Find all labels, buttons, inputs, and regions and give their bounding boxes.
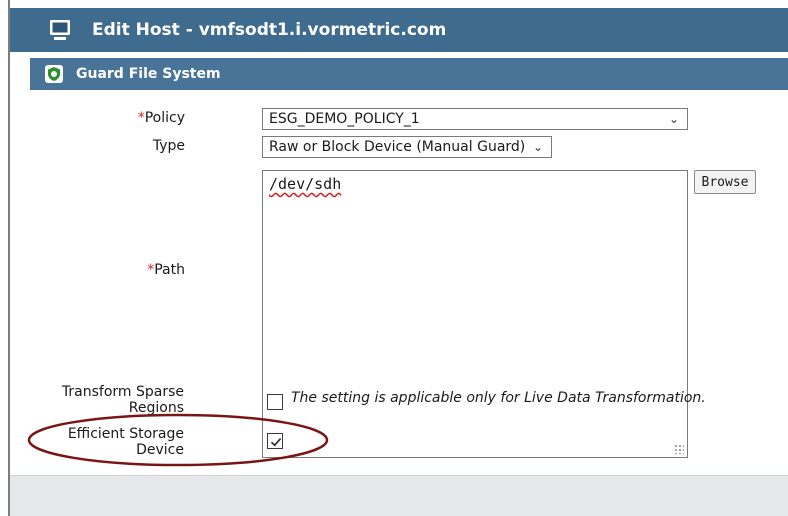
shield-icon <box>45 65 63 83</box>
path-label: *Path <box>90 262 185 278</box>
dialog-title-bar: Edit Host - vmfsodt1.i.vormetric.com <box>10 8 788 54</box>
efficient-storage-checkbox[interactable] <box>267 433 283 449</box>
dialog-footer <box>10 475 788 516</box>
section-title: Guard File System <box>76 66 221 82</box>
chevron-down-icon: ⌄ <box>532 140 543 154</box>
transform-sparse-label: Transform Sparse Regions <box>50 384 184 416</box>
policy-label-text: Policy <box>144 110 185 126</box>
efficient-storage-label-line2: Device <box>136 442 184 458</box>
efficient-storage-label: Efficient Storage Device <box>50 426 184 458</box>
form-area: *Policy ESG_DEMO_POLICY_1 ⌄ Type Raw or … <box>30 90 788 475</box>
browse-button[interactable]: Browse <box>694 170 756 194</box>
path-textarea[interactable]: /dev/sdh <box>262 170 688 458</box>
transform-sparse-label-line1: Transform Sparse <box>61 384 184 400</box>
resize-grip-icon[interactable] <box>674 444 684 454</box>
path-label-text: Path <box>154 262 185 278</box>
required-marker: * <box>137 110 145 126</box>
transform-sparse-checkbox[interactable] <box>267 394 283 410</box>
type-select-value: Raw or Block Device (Manual Guard) <box>269 139 526 155</box>
policy-label: *Policy <box>90 110 185 126</box>
type-select[interactable]: Raw or Block Device (Manual Guard) ⌄ <box>262 136 552 158</box>
chevron-down-icon: ⌄ <box>668 112 679 126</box>
efficient-storage-label-line1: Efficient Storage <box>67 426 184 442</box>
monitor-icon <box>50 20 70 40</box>
section-header: Guard File System <box>30 58 788 90</box>
dialog-title: Edit Host - vmfsodt1.i.vormetric.com <box>92 20 447 40</box>
type-label: Type <box>152 138 185 154</box>
policy-select-value: ESG_DEMO_POLICY_1 <box>269 111 420 127</box>
transform-sparse-label-line2: Regions <box>128 400 184 416</box>
checkmark-icon <box>270 438 282 447</box>
policy-select[interactable]: ESG_DEMO_POLICY_1 ⌄ <box>262 108 688 130</box>
live-data-transformation-note: The setting is applicable only for Live … <box>291 390 706 406</box>
path-value: /dev/sdh <box>269 175 342 193</box>
